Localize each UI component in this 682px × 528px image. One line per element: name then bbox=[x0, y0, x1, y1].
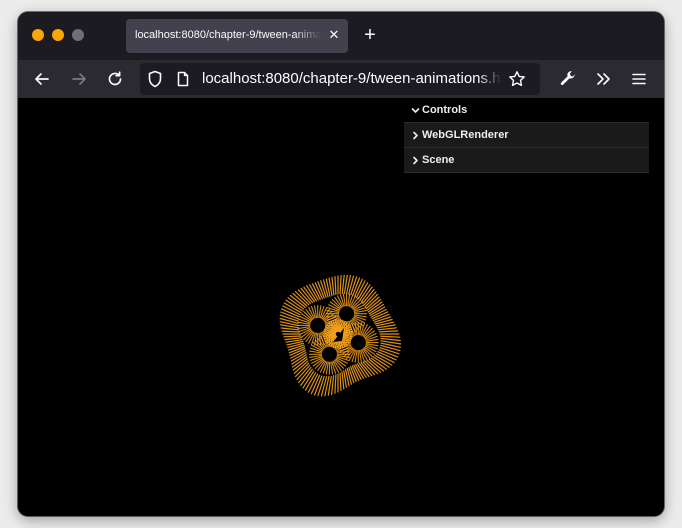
url-text[interactable]: localhost:8080/chapter-9/tween-animation… bbox=[202, 70, 502, 87]
reload-icon[interactable] bbox=[105, 69, 125, 89]
zoom-window-button[interactable] bbox=[72, 29, 84, 41]
webgl-canvas[interactable]: Controls WebGLRenderer Scene bbox=[18, 98, 664, 516]
gui-controls-header[interactable]: Controls bbox=[404, 98, 649, 123]
address-bar[interactable]: localhost:8080/chapter-9/tween-animation… bbox=[140, 63, 540, 95]
hamburger-menu-icon[interactable] bbox=[629, 69, 649, 89]
tab-close-icon[interactable]: ✕ bbox=[327, 28, 341, 42]
close-window-button[interactable] bbox=[32, 29, 44, 41]
overflow-chevrons-icon[interactable] bbox=[593, 69, 613, 89]
gui-folder-label: Scene bbox=[422, 154, 455, 166]
chevron-down-icon bbox=[409, 98, 421, 122]
bookmark-star-icon[interactable] bbox=[507, 69, 527, 89]
gui-folder-webglrenderer[interactable]: WebGLRenderer bbox=[404, 123, 649, 148]
tab-title: localhost:8080/chapter-9/tween-animation… bbox=[135, 29, 321, 41]
page-info-icon[interactable] bbox=[173, 69, 193, 89]
title-bar: localhost:8080/chapter-9/tween-animation… bbox=[18, 12, 664, 60]
shield-icon[interactable] bbox=[145, 69, 165, 89]
browser-window: localhost:8080/chapter-9/tween-animation… bbox=[18, 12, 664, 516]
gui-controls-label: Controls bbox=[422, 104, 468, 116]
back-arrow-icon[interactable] bbox=[32, 69, 52, 89]
chevron-right-icon bbox=[409, 148, 421, 172]
minimize-window-button[interactable] bbox=[52, 29, 64, 41]
wrench-icon[interactable] bbox=[558, 69, 578, 89]
tween-particle-scene bbox=[279, 274, 402, 397]
new-tab-button[interactable]: + bbox=[360, 25, 380, 45]
dat-gui-panel: Controls WebGLRenderer Scene bbox=[404, 98, 649, 173]
tab-active[interactable]: localhost:8080/chapter-9/tween-animation… bbox=[126, 19, 348, 53]
nav-toolbar: localhost:8080/chapter-9/tween-animation… bbox=[18, 60, 664, 98]
chevron-right-icon bbox=[409, 123, 421, 147]
gui-folder-label: WebGLRenderer bbox=[422, 129, 509, 141]
gui-folder-scene[interactable]: Scene bbox=[404, 148, 649, 173]
forward-arrow-icon[interactable] bbox=[69, 69, 89, 89]
